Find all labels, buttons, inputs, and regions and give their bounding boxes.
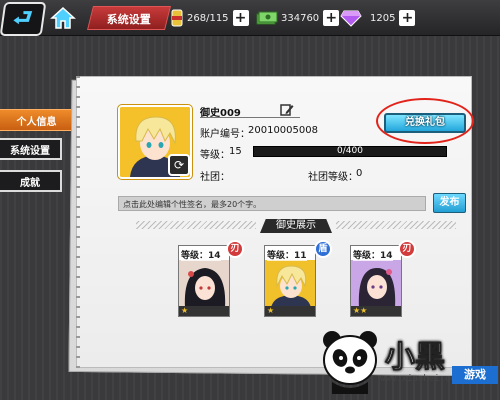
panel-binding <box>76 76 80 368</box>
watermark-brand: 小黑 <box>385 340 446 376</box>
guild-label: 社团： <box>200 172 230 183</box>
card-stars: ★ <box>265 306 315 316</box>
watermark-url: www.xiaohei.com <box>380 374 462 384</box>
section-divider-right <box>336 221 456 229</box>
card-level: 等级：14 <box>181 248 221 261</box>
portrait-dark-hair-girl <box>179 260 229 308</box>
guild-level-label: 社团等级： <box>308 172 358 183</box>
account-id: 20010005008 <box>248 125 318 136</box>
exp-progress-bar: 0/400 <box>253 146 447 157</box>
diamond-icon <box>340 10 362 27</box>
portrait-blonde-boy <box>265 260 315 308</box>
nav-item-label: 个人信息 <box>16 116 57 128</box>
attack-type-badge: 刃 <box>398 240 416 258</box>
page-title-tab: 系统设置 <box>87 6 171 30</box>
section-divider-left <box>136 221 256 229</box>
account-label: 账户编号： <box>200 129 250 140</box>
post-signature-button[interactable]: 发布 <box>433 193 466 213</box>
cash-stack-icon <box>256 11 278 25</box>
top-bar: ⮐ 系统设置 268/115 + 334760 + 1205 + <box>0 0 500 36</box>
level-label: 等级： <box>200 150 230 161</box>
stamina-value: 268/115 <box>187 12 229 24</box>
showcase-card-2[interactable]: 等级：11 ★ <box>264 245 316 317</box>
level-value: 15 <box>229 146 242 157</box>
guild-level-value: 0 <box>356 168 363 179</box>
gems-value: 1205 <box>370 12 396 24</box>
card-stars: ★ <box>179 306 229 316</box>
nav-item-label: 系统设置 <box>10 145 50 157</box>
gems-resource: 1205 + <box>340 8 416 28</box>
name-underline <box>200 117 300 118</box>
exp-progress-text: 0/400 <box>337 146 363 156</box>
watermark-games-badge: 游戏 <box>452 366 498 384</box>
money-resource: 334760 + <box>256 8 340 28</box>
nav-item-system-settings[interactable]: 系统设置 <box>0 138 62 160</box>
back-button[interactable]: ⮐ <box>0 2 47 36</box>
nav-item-label: 成就 <box>20 177 40 189</box>
home-button[interactable] <box>48 4 78 32</box>
portrait-purple-hair-woman <box>351 260 401 308</box>
page-title: 系统设置 <box>106 13 151 26</box>
showcase-card-1[interactable]: 等级：14 ★ <box>178 245 230 317</box>
home-icon <box>50 6 76 29</box>
edit-name-icon[interactable] <box>280 103 294 117</box>
panda-mascot-icon <box>323 331 377 394</box>
showcase-title: 御史展示 <box>260 219 332 233</box>
showcase-card-3[interactable]: 等级：14 ★★ <box>350 245 402 317</box>
card-level: 等级：14 <box>353 248 393 261</box>
add-money-button[interactable]: + <box>323 10 340 26</box>
back-arrow-icon: ⮐ <box>13 6 33 31</box>
add-stamina-button[interactable]: + <box>232 10 249 26</box>
refresh-avatar-icon[interactable]: ⟳ <box>168 154 190 176</box>
card-stars: ★★ <box>351 306 401 316</box>
money-value: 334760 <box>281 12 320 24</box>
stamina-can-icon <box>171 9 183 27</box>
add-gems-button[interactable]: + <box>399 10 416 26</box>
defense-type-badge: 盾 <box>314 240 332 258</box>
card-level: 等级：11 <box>267 248 307 261</box>
attack-type-badge: 刃 <box>226 240 244 258</box>
stamina-resource: 268/115 + <box>170 8 249 28</box>
nav-item-profile[interactable]: 个人信息 <box>0 109 74 131</box>
nav-item-achievements[interactable]: 成就 <box>0 170 62 192</box>
highlight-circle <box>376 98 474 144</box>
signature-input[interactable]: 点击此处编辑个性签名，最多20个字。 <box>118 196 426 211</box>
